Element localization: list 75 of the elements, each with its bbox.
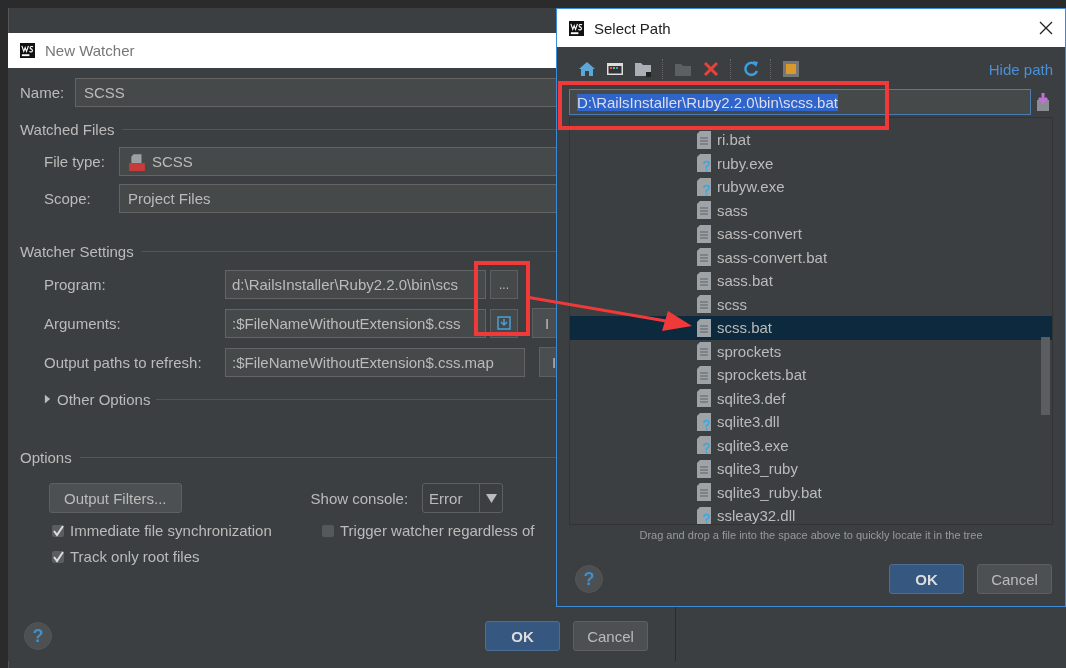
refresh-icon[interactable] (742, 60, 760, 78)
file-tree-item[interactable]: sprockets.bat (570, 363, 1052, 387)
text-file-icon (697, 271, 711, 290)
dialog-button[interactable]: Cancel (977, 564, 1052, 594)
app-logo-icon (20, 43, 35, 58)
close-icon[interactable] (1039, 21, 1053, 35)
monitor-icon[interactable] (606, 60, 624, 78)
section-heading: Watched Files (20, 120, 115, 138)
hint-text: Drag and drop a file into the space above to quickly locate it in the tree (638, 529, 984, 541)
download-icon (497, 316, 511, 330)
file-tree-item[interactable]: sqlite3_ruby.bat (570, 480, 1052, 504)
dialog-button[interactable]: Cancel (573, 621, 648, 651)
home-icon[interactable] (578, 60, 596, 78)
file-tree-item[interactable]: sqlite3_ruby (570, 457, 1052, 481)
output-filters-button[interactable]: Output Filters... (49, 483, 182, 513)
setting-field[interactable]: d:\RailsInstaller\Ruby2.2.0\bin\scs (225, 270, 486, 299)
section-heading: Watcher Settings (20, 242, 134, 260)
text-file-icon (697, 389, 711, 408)
unknown-file-icon (697, 436, 711, 455)
dialog-button[interactable]: OK (889, 564, 964, 594)
dialog-button[interactable]: OK (485, 621, 560, 651)
file-tree-item[interactable]: sass-convert (570, 222, 1052, 246)
hide-path-link[interactable]: Hide path (988, 60, 1053, 78)
setting-label: Program: (44, 276, 107, 293)
download-icon[interactable] (1035, 92, 1051, 112)
unknown-file-icon (697, 177, 711, 196)
file-tree-item[interactable]: scss (570, 292, 1052, 316)
file-tree-item[interactable]: sprockets (570, 339, 1052, 363)
name-label: Name: (20, 84, 66, 101)
setting-label: Arguments: (44, 314, 122, 332)
file-tree-item[interactable]: scss.bat (570, 316, 1052, 340)
dropdown-arrow-icon (485, 493, 497, 503)
scope-label: Scope: (44, 190, 92, 207)
file-tree-item[interactable]: sqlite3.exe (570, 433, 1052, 457)
text-file-icon (697, 318, 711, 337)
delete-icon[interactable] (702, 60, 720, 78)
show-console-dropdown[interactable]: Error (422, 483, 504, 513)
text-file-icon (697, 130, 711, 149)
section-heading: Options (20, 448, 72, 466)
section-heading: Other Options (57, 390, 151, 408)
file-tree-item[interactable]: sqlite3.def (570, 386, 1052, 410)
setting-field[interactable]: :$FileNameWithoutExtension$.css.map (225, 347, 525, 377)
file-tree-item[interactable]: sqlite3.dll (570, 410, 1052, 434)
text-file-icon (697, 483, 711, 502)
file-type-label: File type: (44, 153, 106, 170)
app-logo-icon (569, 20, 584, 36)
text-file-icon (697, 459, 711, 478)
text-file-icon (697, 342, 711, 361)
text-file-icon (697, 365, 711, 384)
file-icon (128, 152, 146, 171)
path-field[interactable]: D:\RailsInstaller\Ruby2.2.0\bin\scss.bat (569, 89, 1031, 115)
unknown-file-icon (697, 412, 711, 431)
browse-button[interactable]: ... (490, 270, 518, 299)
file-tree-item[interactable]: sass.bat (570, 269, 1052, 293)
checkbox-option[interactable]: Track only root files (52, 548, 322, 565)
setting-field[interactable]: :$FileNameWithoutExtension$.css (225, 308, 486, 338)
checkbox-option[interactable]: Immediate file synchronization (52, 522, 322, 539)
hidden-files-icon[interactable] (782, 60, 800, 78)
text-file-icon (697, 248, 711, 267)
unknown-file-icon (697, 154, 711, 173)
text-file-icon (697, 295, 711, 314)
file-tree-item[interactable]: sass-convert.bat (570, 245, 1052, 269)
checkmark-icon (52, 550, 64, 563)
show-console-label: Show console: (310, 489, 409, 507)
unknown-file-icon (697, 506, 711, 524)
scrollbar-thumb[interactable] (1041, 337, 1050, 415)
text-file-icon (697, 201, 711, 220)
folder-icon[interactable] (634, 60, 652, 78)
window-title: Select Path (594, 19, 671, 37)
setting-label: Output paths to refresh: (44, 353, 203, 371)
window-title: New Watcher (45, 42, 135, 59)
expand-toggle[interactable] (44, 394, 51, 404)
file-tree-item[interactable]: ssleay32.dll (570, 504, 1052, 524)
checkmark-icon (52, 524, 64, 537)
text-file-icon (697, 224, 711, 243)
